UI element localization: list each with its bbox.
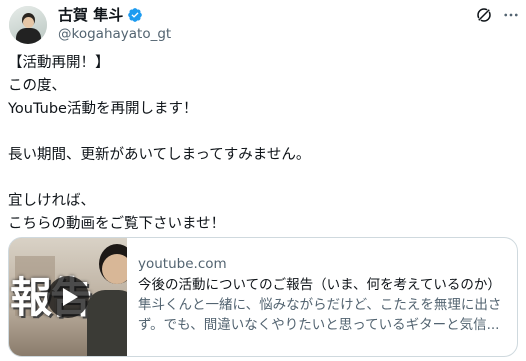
author-name-row[interactable]: 古賀 隼斗: [58, 5, 143, 25]
tweet-line: この度、: [8, 78, 66, 94]
tweet-line: 宜しければ、: [8, 193, 95, 209]
verified-badge-icon: [128, 8, 143, 22]
tweet-line: こちらの動画をご覧下さいませ！: [8, 216, 226, 232]
grok-icon[interactable]: [475, 6, 493, 24]
card-description-line: 隼斗くんと一緒に、悩みながらだけど、こたえを無理に出さ: [138, 297, 502, 313]
author-handle[interactable]: @kogahayato_gt: [58, 25, 171, 43]
card-domain: youtube.com: [138, 256, 227, 272]
card-info[interactable]: youtube.com 今後の活動についてのご報告（いま、何を考えているのか） …: [138, 255, 510, 335]
card-description-line: ず。でも、間違いなくやりたいと思っているギターと気信...: [138, 317, 500, 333]
play-button-icon[interactable]: [47, 276, 89, 318]
tweet-line: [8, 167, 518, 190]
tweet-text: 【活動再開！】 この度、 YouTube活動を再開します！ 長い期間、更新があい…: [8, 52, 518, 236]
link-preview-card[interactable]: 報告 youtube.com 今後の活動についてのご報告（いま、何を考えているの…: [8, 237, 518, 357]
avatar[interactable]: [9, 6, 47, 44]
more-icon[interactable]: [502, 6, 520, 24]
tweet-line: YouTube活動を再開します！: [8, 101, 198, 117]
card-title: 今後の活動についてのご報告（いま、何を考えているのか）: [138, 277, 501, 293]
author-display-name[interactable]: 古賀 隼斗: [58, 5, 123, 25]
tweet-line: 【活動再開！】: [8, 55, 110, 71]
video-thumbnail[interactable]: 報告: [9, 238, 127, 356]
tweet-line: 長い期間、更新があいてしまってすみません。: [8, 147, 311, 163]
tweet-header: 古賀 隼斗 @kogahayato_gt: [0, 0, 526, 48]
tweet-line: [8, 121, 518, 144]
